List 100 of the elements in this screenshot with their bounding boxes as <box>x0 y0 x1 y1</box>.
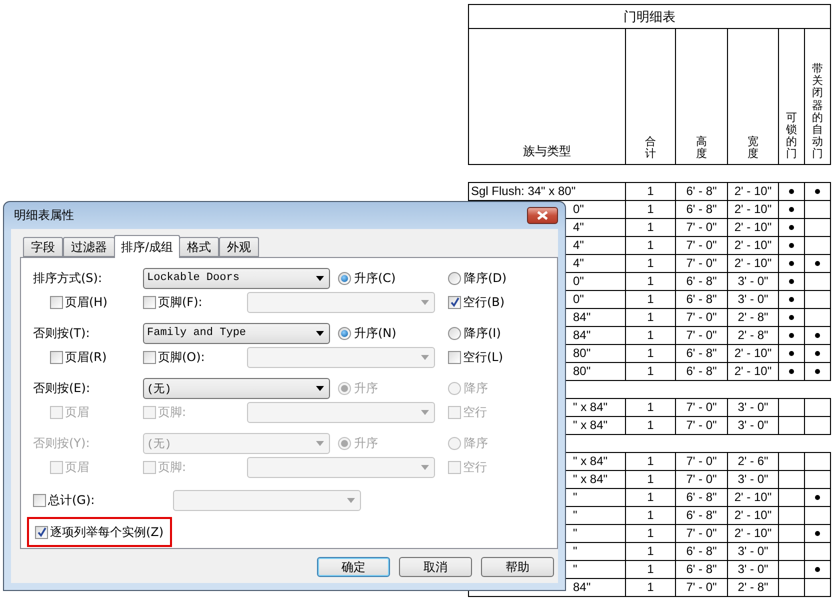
width-text: 2' - 10" <box>734 364 772 378</box>
tab[interactable]: 字段 <box>23 237 63 257</box>
footer-dropdown[interactable] <box>247 456 435 478</box>
count-text: 1 <box>647 562 654 576</box>
checkbox[interactable] <box>448 406 461 418</box>
count-text: 1 <box>647 472 654 486</box>
width-text: 3' - 0" <box>738 274 768 288</box>
tab[interactable]: 格式 <box>179 237 220 257</box>
checkbox[interactable] <box>143 460 156 474</box>
count-text: 1 <box>647 184 654 198</box>
checkbox-label: 页眉(R) <box>65 348 107 366</box>
family-type-text: " <box>573 526 578 540</box>
height-text: 7' - 0" <box>686 328 717 342</box>
height-text: 7' - 0" <box>686 238 717 252</box>
checkbox-label: 页脚(F): <box>158 294 202 310</box>
family-type-text: " <box>573 562 578 576</box>
tab[interactable]: 过滤器 <box>63 237 115 257</box>
family-type-text: 0" <box>573 292 584 306</box>
family-type-text: " <box>573 508 578 522</box>
radio-button[interactable] <box>338 326 351 340</box>
family-type-text: Sgl Flush: 34" x 80" <box>471 184 576 198</box>
height-text: 6' - 8" <box>686 364 717 378</box>
checkbox-label: 空行 <box>463 458 487 476</box>
height-text: 7' - 0" <box>686 310 717 324</box>
radio-label: 升序 <box>354 380 378 396</box>
checkbox[interactable] <box>143 406 156 418</box>
height-text: 6' - 8" <box>686 490 717 504</box>
sort-field-dropdown[interactable]: Family and Type <box>143 322 330 344</box>
checkbox[interactable] <box>50 350 63 364</box>
footer-dropdown[interactable] <box>247 402 435 422</box>
caret-icon <box>421 300 429 304</box>
height-text: 7' - 0" <box>686 220 717 234</box>
family-type-text: " <box>573 544 578 558</box>
count-text: 1 <box>647 346 654 360</box>
sort-field-dropdown[interactable]: Lockable Doors <box>143 268 330 288</box>
family-type-text: 80" <box>573 346 591 360</box>
column-header: 高度 <box>696 136 707 160</box>
width-text: 2' - 10" <box>734 526 772 540</box>
height-text: 6' - 8" <box>686 562 717 576</box>
width-text: 2' - 8" <box>738 310 768 324</box>
count-text: 1 <box>647 310 654 324</box>
radio-button[interactable] <box>448 326 461 340</box>
width-text: 2' - 10" <box>734 238 772 252</box>
tab[interactable]: 外观 <box>219 237 260 257</box>
checkbox[interactable] <box>33 494 46 506</box>
sort-field-dropdown[interactable]: (无) <box>143 378 330 398</box>
checkbox-label: 页眉(H) <box>65 294 108 310</box>
checkbox[interactable] <box>448 350 461 364</box>
radio-label: 降序 <box>464 434 488 452</box>
checkbox[interactable] <box>50 296 63 308</box>
caret-icon <box>316 386 324 390</box>
column-header: 合计 <box>645 136 656 160</box>
width-text: 2' - 10" <box>734 256 772 270</box>
caret-icon <box>421 354 429 360</box>
height-text: 7' - 0" <box>686 400 717 414</box>
dialog-title: 明细表属性 <box>14 207 74 224</box>
count-text: 1 <box>647 580 654 594</box>
checkbox-label: 页眉 <box>65 404 89 420</box>
checkbox[interactable] <box>448 460 461 474</box>
width-text: 3' - 0" <box>738 418 768 432</box>
width-text: 2' - 10" <box>734 220 772 234</box>
height-text: 7' - 0" <box>686 256 717 270</box>
count-text: 1 <box>647 202 654 216</box>
checkbox[interactable] <box>448 296 461 308</box>
checkbox[interactable] <box>143 296 156 308</box>
close-button[interactable] <box>527 207 558 224</box>
schedule-title: 门明细表 <box>468 4 831 28</box>
footer-dropdown[interactable] <box>247 292 435 312</box>
close-icon <box>537 211 548 220</box>
count-text: 1 <box>647 508 654 522</box>
family-type-text: 84" <box>573 328 591 342</box>
width-text: 3' - 0" <box>738 472 768 486</box>
height-text: 6' - 8" <box>686 544 717 558</box>
caret-icon <box>316 440 324 446</box>
dialog-button[interactable]: 帮助 <box>481 557 554 577</box>
radio-button[interactable] <box>448 272 461 284</box>
sort-label: 否则按(E): <box>33 380 90 396</box>
dialog-button[interactable]: 确定 <box>317 557 390 577</box>
count-text: 1 <box>647 274 654 288</box>
radio-button[interactable] <box>338 272 351 284</box>
checkbox[interactable] <box>35 526 48 538</box>
count-text: 1 <box>647 526 654 540</box>
grand-total-dropdown[interactable] <box>173 490 361 510</box>
height-text: 7' - 0" <box>686 454 717 468</box>
dialog-button[interactable]: 取消 <box>399 557 472 577</box>
tab[interactable]: 排序/成组 <box>114 235 180 258</box>
width-text: 3' - 0" <box>738 562 768 576</box>
caret-icon <box>316 276 324 280</box>
radio-label: 升序(N) <box>354 324 396 342</box>
caret-icon <box>421 410 429 414</box>
checkbox[interactable] <box>143 350 156 364</box>
column-header: 宽度 <box>748 136 758 160</box>
caret-icon <box>316 330 324 336</box>
count-text: 1 <box>647 256 654 270</box>
count-text: 1 <box>647 544 654 558</box>
count-text: 1 <box>647 454 654 468</box>
caret-icon <box>347 498 355 502</box>
footer-dropdown[interactable] <box>247 346 435 368</box>
column-header: 族与类型 <box>523 143 571 160</box>
family-type-text: " x 84" <box>573 400 608 414</box>
